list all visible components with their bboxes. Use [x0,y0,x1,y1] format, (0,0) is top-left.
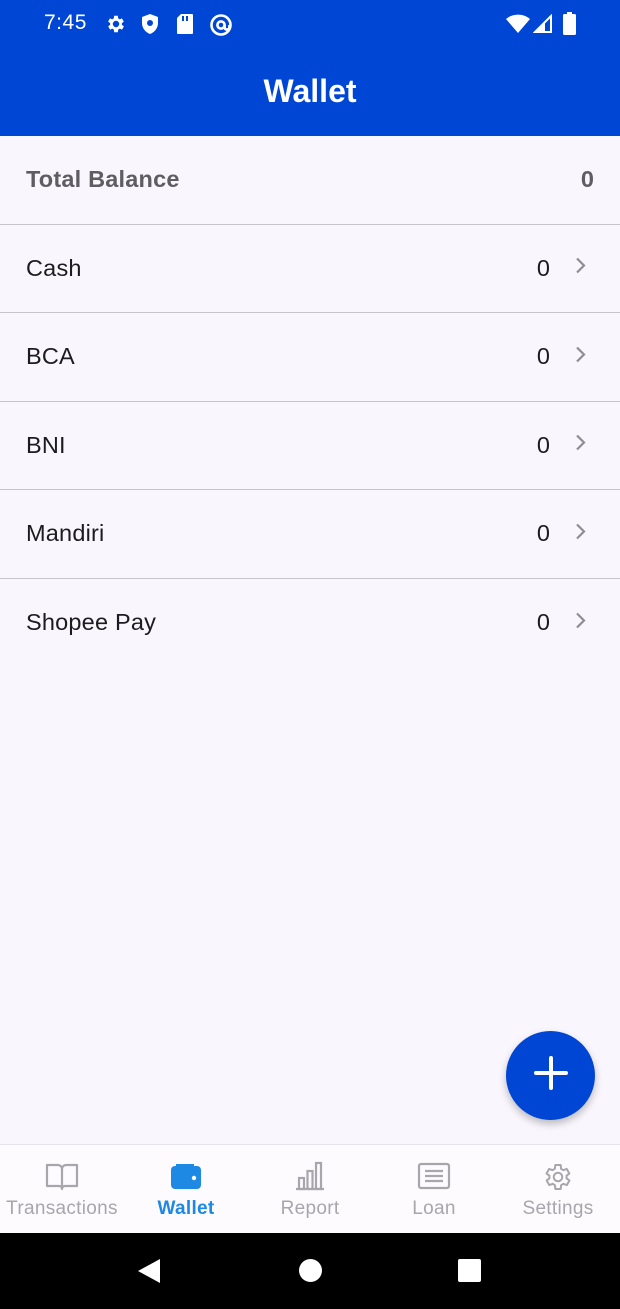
wallet-balance: 0 [536,431,550,458]
nav-item-transactions[interactable]: Transactions [0,1145,124,1233]
status-time: 7:45 [44,11,87,34]
system-navigation-bar [0,1233,620,1309]
wifi-icon [506,14,530,39]
nav-label: Transactions [6,1198,118,1219]
wallet-balance: 0 [536,609,550,636]
signal-icon [532,13,553,39]
wallet-balance: 0 [536,343,550,370]
wallet-icon [170,1161,202,1196]
bottom-navigation: Transactions Wallet Report Loan Settings [0,1144,620,1233]
wallet-row-shopee-pay[interactable]: Shopee Pay 0 [0,579,620,668]
chevron-right-icon [574,434,586,457]
book-icon [45,1161,79,1196]
sd-card-icon [176,13,194,40]
plus-icon [533,1056,568,1095]
wallet-name: Mandiri [26,520,105,547]
gear-icon [542,1161,574,1198]
wallet-balance: 0 [536,254,550,281]
wallet-row-bni[interactable]: BNI 0 [0,402,620,490]
wallet-row-bca[interactable]: BCA 0 [0,313,620,402]
battery-icon [563,12,576,40]
nav-label: Report [280,1198,340,1219]
recents-icon[interactable] [457,1258,482,1288]
wallet-name: Shopee Pay [26,609,157,636]
nav-label: Settings [522,1198,594,1219]
nav-item-report[interactable]: Report [248,1145,372,1233]
chevron-right-icon [574,257,586,280]
gear-icon [105,13,127,40]
status-bar: 7:45 [0,0,620,48]
total-balance-row: Total Balance 0 [0,136,620,225]
page-title: Wallet [263,72,357,109]
chevron-right-icon [574,345,586,368]
wallet-list: Total Balance 0 Cash 0 BCA 0 BNI 0 Mandi… [0,136,620,667]
home-icon[interactable] [298,1258,323,1288]
total-balance-value: 0 [580,166,594,193]
app-bar: Wallet [0,48,620,136]
chevron-right-icon [574,611,586,634]
total-balance-label: Total Balance [26,166,180,193]
wallet-name: BNI [26,431,66,458]
document-icon [417,1161,451,1196]
nav-item-wallet[interactable]: Wallet [124,1145,248,1233]
add-wallet-button[interactable] [506,1031,595,1120]
wallet-row-mandiri[interactable]: Mandiri 0 [0,490,620,579]
wallet-name: BCA [26,343,75,370]
back-icon[interactable] [136,1258,162,1289]
bar-chart-icon [294,1161,326,1196]
nav-label: Loan [412,1198,456,1219]
shield-icon [140,13,160,40]
wallet-name: Cash [26,254,82,281]
chevron-right-icon [574,522,586,545]
nav-item-settings[interactable]: Settings [496,1145,620,1233]
nav-item-loan[interactable]: Loan [372,1145,496,1233]
nav-label: Wallet [157,1198,215,1219]
wallet-balance: 0 [536,520,550,547]
at-sign-icon [209,13,233,42]
wallet-row-cash[interactable]: Cash 0 [0,225,620,313]
